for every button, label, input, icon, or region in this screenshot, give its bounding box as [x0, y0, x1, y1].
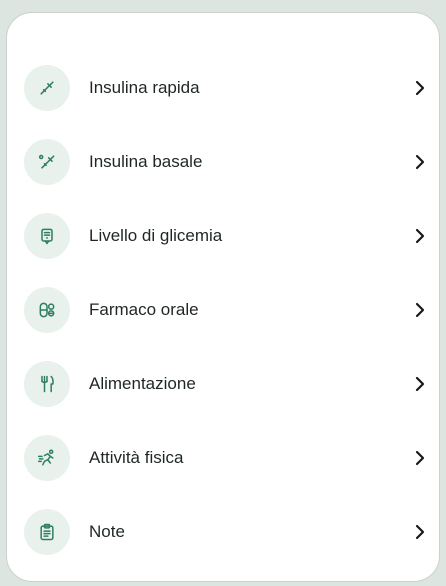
menu-item-label: Insulina rapida: [89, 78, 200, 97]
glucose-meter-icon: [24, 213, 70, 259]
menu-item-insulina-basale[interactable]: Insulina basale: [7, 125, 439, 199]
chevron-right-icon: [411, 523, 429, 541]
menu-item-label: Livello di glicemia: [89, 226, 223, 245]
menu-item-label: Note: [89, 522, 125, 541]
menu-item-livello-glicemia[interactable]: Livello di glicemia: [7, 199, 439, 273]
clipboard-icon: [24, 509, 70, 555]
chevron-right-icon: [411, 79, 429, 97]
menu-sheet: Insulina rapida Insulina basale Livello …: [6, 12, 440, 582]
chevron-right-icon: [411, 449, 429, 467]
chevron-right-icon: [411, 227, 429, 245]
menu-item-label: Attività fisica: [89, 448, 184, 467]
chevron-right-icon: [411, 153, 429, 171]
syringe-fast-icon: [24, 65, 70, 111]
chevron-right-icon: [411, 375, 429, 393]
menu-item-attivita-fisica[interactable]: Attività fisica: [7, 421, 439, 495]
fork-knife-icon: [24, 361, 70, 407]
pills-icon: [24, 287, 70, 333]
menu-item-label: Farmaco orale: [89, 300, 199, 319]
syringe-basal-icon: [24, 139, 70, 185]
menu-item-label: Insulina basale: [89, 152, 203, 171]
menu-item-label: Alimentazione: [89, 374, 196, 393]
menu-list: Insulina rapida Insulina basale Livello …: [7, 51, 439, 569]
menu-item-note[interactable]: Note: [7, 495, 439, 569]
running-icon: [24, 435, 70, 481]
menu-item-insulina-rapida[interactable]: Insulina rapida: [7, 51, 439, 125]
menu-item-farmaco-orale[interactable]: Farmaco orale: [7, 273, 439, 347]
chevron-right-icon: [411, 301, 429, 319]
menu-item-alimentazione[interactable]: Alimentazione: [7, 347, 439, 421]
